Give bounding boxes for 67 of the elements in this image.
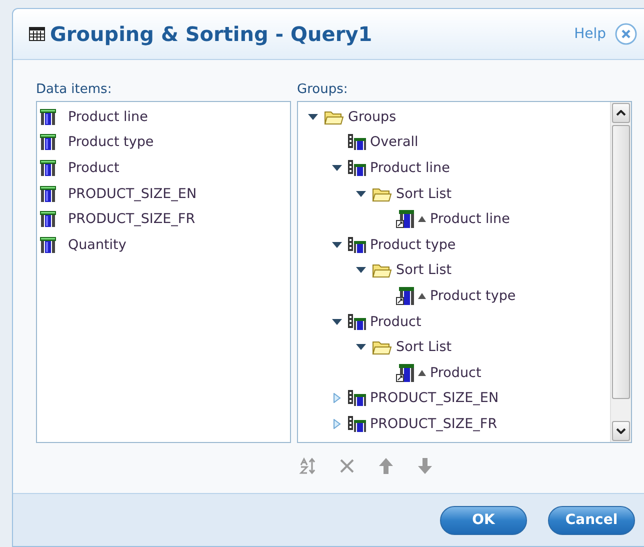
- table-icon: [29, 27, 45, 41]
- scrollbar[interactable]: [610, 102, 631, 442]
- data-item-icon: [40, 134, 56, 150]
- collapse-arrow-icon[interactable]: [332, 162, 342, 173]
- tree-item[interactable]: Product line: [430, 211, 510, 228]
- caret-down-icon: [616, 428, 626, 434]
- data-item-icon: [40, 160, 56, 176]
- folder-icon: [372, 262, 392, 278]
- tree-item[interactable]: Product: [430, 364, 482, 381]
- group-icon: [348, 134, 366, 150]
- sort-icon[interactable]: [299, 457, 317, 475]
- data-item[interactable]: Product type: [68, 134, 154, 150]
- data-item-icon: [40, 236, 56, 253]
- data-item[interactable]: Quantity: [68, 236, 126, 253]
- scroll-thumb[interactable]: [612, 125, 630, 399]
- sort-item-icon: [396, 210, 414, 228]
- tree-item[interactable]: Product type: [370, 236, 456, 253]
- group-icon: [348, 236, 366, 253]
- collapse-arrow-icon[interactable]: [308, 112, 318, 122]
- tree-item[interactable]: Groups: [348, 108, 396, 125]
- scroll-down-button[interactable]: [612, 421, 630, 441]
- expand-arrow-icon[interactable]: [332, 393, 342, 404]
- delete-icon[interactable]: [338, 457, 356, 475]
- collapse-arrow-icon[interactable]: [356, 265, 366, 276]
- group-icon: [348, 416, 366, 432]
- folder-icon: [324, 108, 344, 125]
- sort-item-icon: [396, 364, 414, 382]
- ascending-icon: [418, 216, 426, 222]
- tree-item[interactable]: Product: [370, 314, 422, 330]
- group-icon: [348, 314, 366, 330]
- tree-item[interactable]: Product line: [370, 160, 450, 176]
- dialog-title: Grouping & Sorting - Query1: [50, 22, 372, 46]
- group-icon: [348, 160, 366, 176]
- data-item[interactable]: PRODUCT_SIZE_FR: [68, 211, 196, 228]
- ok-button[interactable]: OK: [440, 506, 527, 534]
- groups-label: Groups:: [297, 82, 349, 98]
- close-icon[interactable]: [615, 23, 637, 45]
- data-item-icon: [40, 186, 56, 202]
- tree-item[interactable]: Overall: [370, 134, 418, 150]
- tree-item[interactable]: Sort List: [396, 186, 452, 202]
- tree-item[interactable]: PRODUCT_SIZE_EN: [370, 390, 499, 406]
- data-items-label: Data items:: [36, 82, 113, 98]
- expand-arrow-icon[interactable]: [332, 418, 342, 429]
- ascending-icon: [418, 292, 426, 299]
- data-item[interactable]: Product: [68, 160, 120, 176]
- ascending-icon: [418, 370, 426, 376]
- data-item[interactable]: Product line: [68, 108, 148, 125]
- cancel-button[interactable]: Cancel: [548, 506, 635, 534]
- sort-item-icon: [396, 286, 414, 305]
- group-icon: [348, 390, 366, 406]
- folder-icon: [372, 339, 392, 356]
- collapse-arrow-icon[interactable]: [356, 342, 366, 352]
- data-item-icon: [40, 108, 56, 125]
- caret-up-icon: [616, 110, 626, 116]
- move-down-icon[interactable]: [416, 457, 434, 475]
- move-up-icon[interactable]: [377, 457, 395, 475]
- tree-item[interactable]: Sort List: [396, 339, 452, 356]
- folder-icon: [372, 186, 392, 202]
- scroll-up-button[interactable]: [612, 103, 630, 123]
- data-item-icon: [40, 211, 56, 228]
- tree-item[interactable]: PRODUCT_SIZE_FR: [370, 416, 498, 432]
- collapse-arrow-icon[interactable]: [332, 240, 342, 250]
- collapse-arrow-icon[interactable]: [356, 188, 366, 199]
- data-item[interactable]: PRODUCT_SIZE_EN: [68, 186, 197, 202]
- collapse-arrow-icon[interactable]: [332, 316, 342, 327]
- tree-item[interactable]: Product type: [430, 288, 516, 304]
- tree-item[interactable]: Sort List: [396, 262, 452, 278]
